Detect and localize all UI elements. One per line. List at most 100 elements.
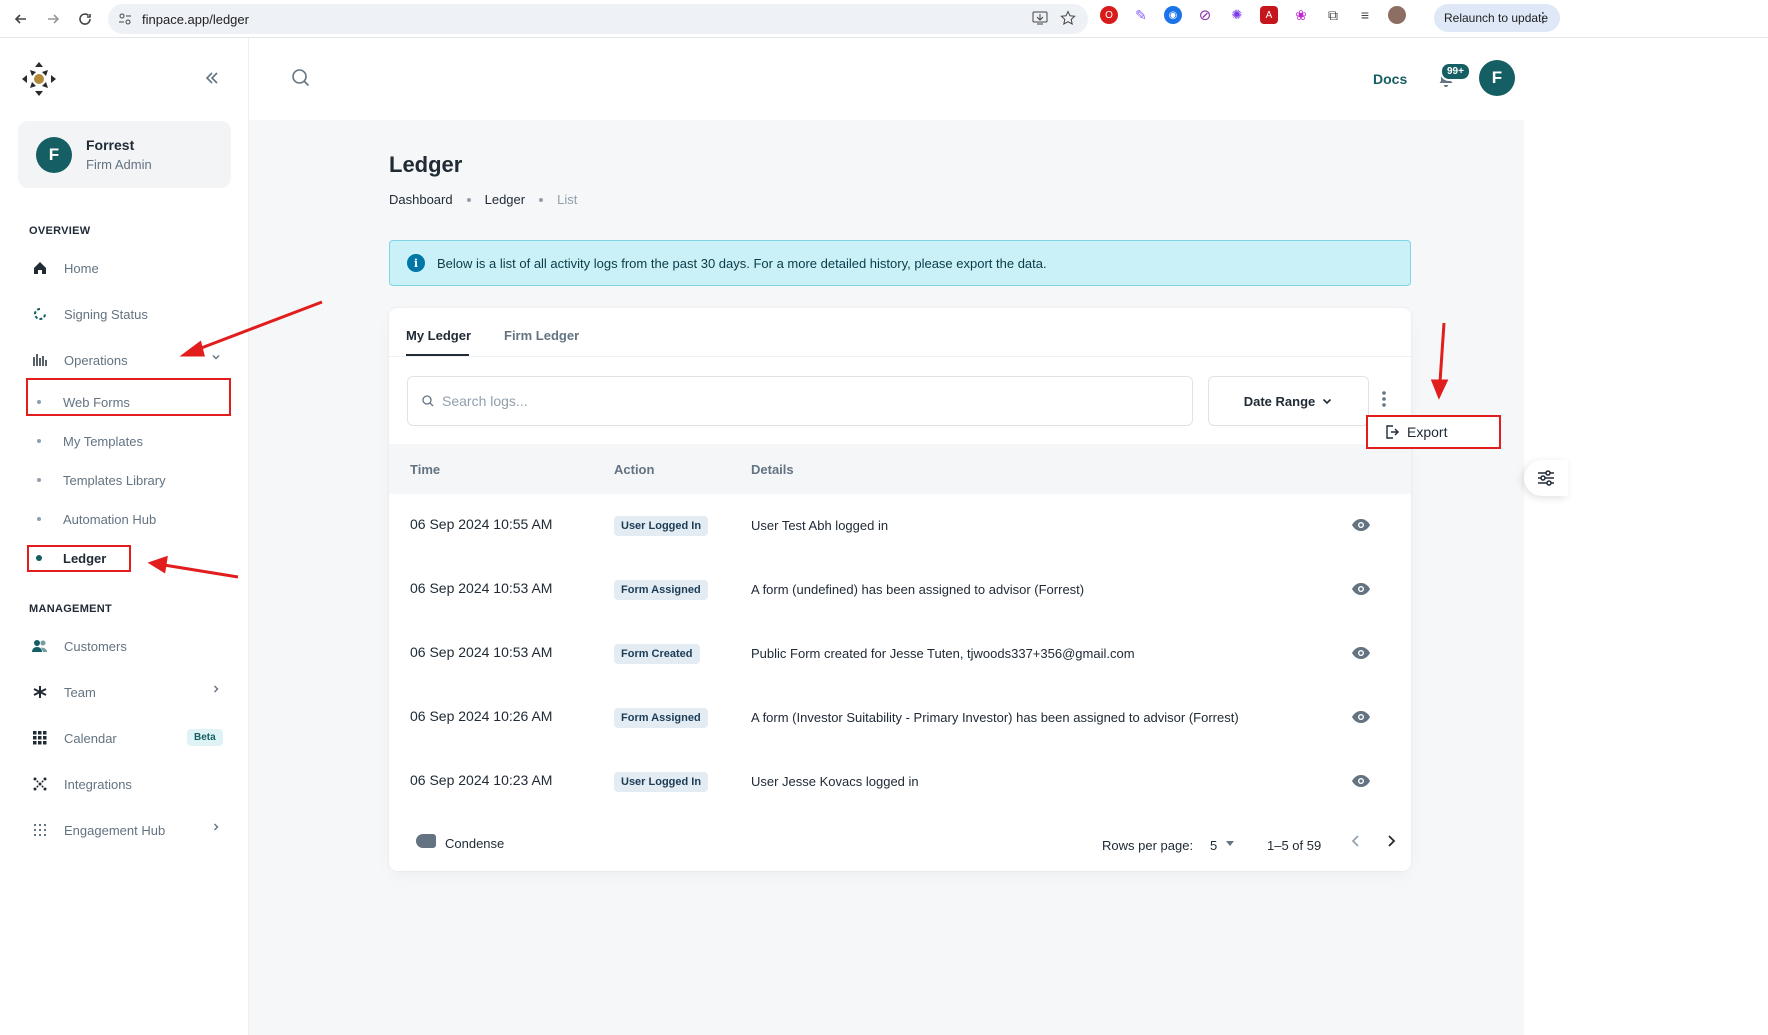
address-bar[interactable]: finpace.app/ledger xyxy=(108,4,1088,34)
bullet-icon xyxy=(37,439,41,443)
account-avatar[interactable]: F xyxy=(1479,60,1515,96)
condense-toggle[interactable] xyxy=(416,834,436,848)
sidebar-item-home[interactable]: Home xyxy=(26,250,231,286)
top-header: Docs 99+ F xyxy=(249,38,1768,120)
column-header-action[interactable]: Action xyxy=(614,462,654,477)
row-details: A form (Investor Suitability - Primary I… xyxy=(751,710,1239,725)
search-icon[interactable] xyxy=(291,68,311,93)
reload-icon[interactable] xyxy=(74,8,96,30)
docs-link[interactable]: Docs xyxy=(1373,71,1407,87)
beta-badge: Beta xyxy=(187,729,223,746)
tab-my-ledger[interactable]: My Ledger xyxy=(406,328,471,343)
sidebar-item-integrations[interactable]: Integrations xyxy=(26,766,231,802)
sidebar-subitem-templates-library[interactable]: Templates Library xyxy=(26,465,231,495)
sidebar-item-label: My Templates xyxy=(63,433,143,449)
sidebar-item-customers[interactable]: Customers xyxy=(26,628,231,664)
view-eye-icon[interactable] xyxy=(1351,646,1371,663)
row-time: 06 Sep 2024 10:55 AM xyxy=(410,516,553,532)
pdf-extension-icon[interactable]: A xyxy=(1260,6,1278,24)
sliders-icon xyxy=(1537,470,1555,486)
sidebar-item-label: Operations xyxy=(64,352,128,368)
back-icon[interactable] xyxy=(10,8,32,30)
column-header-details[interactable]: Details xyxy=(751,462,794,477)
chevron-down-icon xyxy=(1321,395,1333,407)
settings-drawer-button[interactable] xyxy=(1524,460,1568,496)
breadcrumb-ledger[interactable]: Ledger xyxy=(485,192,525,207)
table-row: 06 Sep 2024 10:55 AM User Logged In User… xyxy=(389,494,1411,558)
sidebar-item-label: Customers xyxy=(64,638,127,654)
more-vert-icon[interactable]: ⋮ xyxy=(1536,9,1550,26)
notification-count-badge: 99+ xyxy=(1440,62,1471,81)
install-app-icon[interactable] xyxy=(1032,10,1048,31)
bookmark-star-icon[interactable] xyxy=(1060,10,1076,31)
export-menu-item[interactable]: Export xyxy=(1366,415,1501,449)
sidebar-item-label: Automation Hub xyxy=(63,511,157,527)
previous-page-icon[interactable] xyxy=(1350,834,1362,853)
main-content: Ledger Dashboard Ledger List i Below is … xyxy=(249,120,1524,1035)
view-eye-icon[interactable] xyxy=(1351,774,1371,791)
block-extension-icon[interactable]: ⊘ xyxy=(1196,6,1214,24)
row-time: 06 Sep 2024 10:53 AM xyxy=(410,580,553,596)
chevron-right-icon xyxy=(211,684,221,697)
user-card[interactable]: F Forrest Firm Admin xyxy=(18,121,231,188)
more-options-icon[interactable] xyxy=(1381,390,1387,413)
table-row: 06 Sep 2024 10:53 AM Form Assigned A for… xyxy=(389,558,1411,622)
sparkle-extension-icon[interactable]: ✺ xyxy=(1228,6,1246,24)
sidebar-item-label: Templates Library xyxy=(63,472,166,488)
section-title-overview: OVERVIEW xyxy=(29,225,91,237)
view-eye-icon[interactable] xyxy=(1351,518,1371,535)
sidebar-item-operations[interactable]: Operations xyxy=(26,342,231,378)
forward-icon[interactable] xyxy=(42,8,64,30)
sidebar-subitem-automation-hub[interactable]: Automation Hub xyxy=(26,504,231,534)
user-role: Firm Admin xyxy=(86,157,152,172)
profile-avatar-icon[interactable] xyxy=(1388,6,1406,24)
swirl-extension-icon[interactable]: ❀ xyxy=(1292,6,1310,24)
action-badge: Form Assigned xyxy=(614,580,708,600)
chevron-right-icon xyxy=(211,822,221,835)
rows-per-page-select[interactable]: 5 xyxy=(1210,838,1217,853)
home-icon xyxy=(32,260,48,276)
sidebar-subitem-web-forms[interactable]: Web Forms xyxy=(26,387,231,417)
section-title-management: MANAGEMENT xyxy=(29,603,113,615)
row-time: 06 Sep 2024 10:26 AM xyxy=(410,708,553,724)
search-logs-input[interactable] xyxy=(442,393,1142,409)
signing-status-icon xyxy=(32,306,48,322)
sidebar-item-engagement-hub[interactable]: Engagement Hub xyxy=(26,812,231,848)
view-eye-icon[interactable] xyxy=(1351,710,1371,727)
table-row: 06 Sep 2024 10:26 AM Form Assigned A for… xyxy=(389,686,1411,750)
export-label: Export xyxy=(1407,424,1448,440)
table-footer: Condense Rows per page: 5 1–5 of 59 xyxy=(389,814,1411,870)
breadcrumb-dashboard[interactable]: Dashboard xyxy=(389,192,453,207)
info-icon: i xyxy=(407,254,425,272)
action-badge: User Logged In xyxy=(614,772,709,792)
opera-extension-icon[interactable]: O xyxy=(1100,6,1118,24)
sidebar-item-label: Home xyxy=(64,260,99,276)
caret-down-icon[interactable] xyxy=(1226,841,1234,846)
date-range-button[interactable]: Date Range xyxy=(1208,376,1369,426)
sidebar-subitem-my-templates[interactable]: My Templates xyxy=(26,426,231,456)
collapse-sidebar-icon[interactable] xyxy=(204,70,220,91)
reading-list-icon[interactable]: ≡ xyxy=(1356,6,1374,24)
annotation-box-ledger xyxy=(27,545,131,572)
user-name: Forrest xyxy=(86,137,135,153)
next-page-icon[interactable] xyxy=(1385,834,1397,853)
sidebar-item-signing-status[interactable]: Signing Status xyxy=(26,296,231,332)
tab-firm-ledger[interactable]: Firm Ledger xyxy=(504,328,579,343)
site-settings-icon[interactable] xyxy=(118,12,132,26)
blue-extension-icon[interactable]: ◉ xyxy=(1164,6,1182,24)
pagination-range: 1–5 of 59 xyxy=(1267,838,1322,853)
search-logs-field[interactable] xyxy=(407,376,1193,426)
team-icon xyxy=(32,684,48,700)
page-title: Ledger xyxy=(389,152,463,177)
relaunch-button[interactable]: Relaunch to update ⋮ xyxy=(1434,4,1560,32)
column-header-time[interactable]: Time xyxy=(410,462,440,477)
sidebar-item-team[interactable]: Team xyxy=(26,674,231,710)
sidebar-item-calendar[interactable]: Calendar Beta xyxy=(26,720,231,756)
pen-extension-icon[interactable]: ✎ xyxy=(1132,6,1150,24)
extensions-puzzle-icon[interactable]: ⧉ xyxy=(1324,6,1342,24)
table-row: 06 Sep 2024 10:53 AM Form Created Public… xyxy=(389,622,1411,686)
action-badge: Form Assigned xyxy=(614,708,708,728)
view-eye-icon[interactable] xyxy=(1351,582,1371,599)
app-logo[interactable] xyxy=(20,60,58,98)
customers-icon xyxy=(32,638,48,654)
